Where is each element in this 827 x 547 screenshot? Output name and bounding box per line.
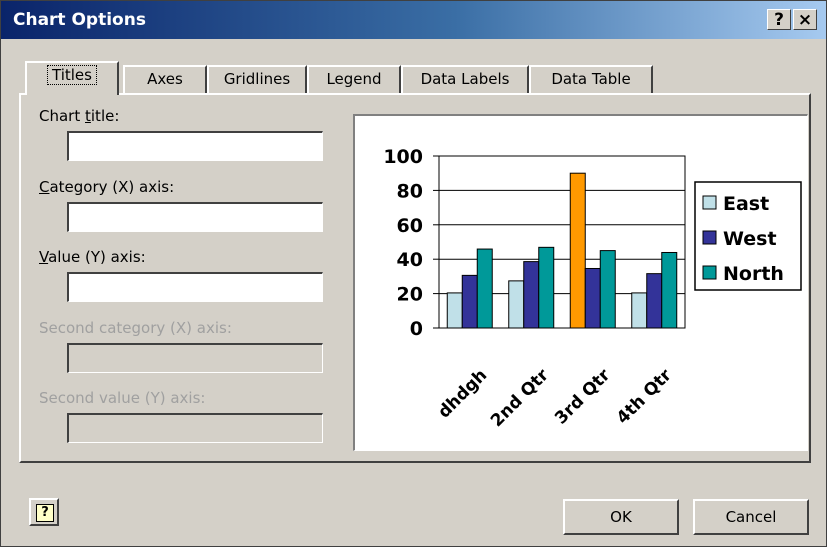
chart-options-dialog: Chart Options ? × Titles Axes Gridlines …	[0, 0, 827, 547]
x-tick-label: 2nd Qtr	[487, 365, 553, 431]
second-value-y-axis-label: Second value (Y) axis:	[39, 389, 206, 407]
close-button[interactable]: ×	[793, 9, 817, 30]
second-value-y-axis-input	[67, 413, 323, 443]
y-tick-label: 100	[383, 146, 423, 168]
y-tick-label: 80	[397, 180, 423, 202]
value-y-axis-label: Value (Y) axis:	[39, 248, 146, 266]
bar-north	[661, 251, 678, 329]
legend-label-east: East	[723, 193, 769, 215]
tab-data-labels[interactable]: Data Labels	[401, 65, 529, 93]
tab-data-table[interactable]: Data Table	[529, 65, 653, 93]
ok-button[interactable]: OK	[563, 499, 679, 535]
value-y-axis-input[interactable]	[67, 272, 323, 302]
tab-axes-label: Axes	[147, 70, 183, 88]
dialog-title: Chart Options	[13, 10, 146, 30]
tab-data-labels-label: Data Labels	[420, 70, 510, 88]
legend-swatch-east	[702, 195, 717, 210]
chart-preview-svg: 0 20 40 60 80 100 dhdgh2nd Qtr3rd Qtr4th Qtr Ea…	[383, 146, 802, 431]
category-x-axis-input[interactable]	[67, 202, 323, 232]
cancel-button[interactable]: Cancel	[693, 499, 809, 535]
tab-legend-label: Legend	[326, 70, 382, 88]
y-tick-label: 0	[410, 318, 423, 340]
tab-axes[interactable]: Axes	[123, 65, 207, 93]
help-button[interactable]: ?	[767, 9, 791, 30]
y-tick-label: 40	[397, 249, 423, 271]
chart-title-label: Chart title:	[39, 107, 120, 125]
chart-title-input[interactable]	[67, 131, 323, 161]
category-x-axis-label: Category (X) axis:	[39, 178, 175, 196]
bar-east	[508, 280, 525, 329]
second-category-x-axis-label: Second category (X) axis:	[39, 319, 232, 337]
second-category-x-axis-input	[67, 343, 323, 373]
tab-gridlines-label: Gridlines	[223, 70, 291, 88]
bar-east	[446, 292, 463, 329]
legend-swatch-north	[702, 265, 717, 280]
office-assistant-help-button[interactable]: ?	[29, 498, 59, 526]
legend-label-west: West	[723, 228, 777, 250]
y-tick-label: 20	[397, 284, 423, 306]
x-tick-label: 4th Qtr	[613, 365, 676, 428]
bar-west	[461, 274, 478, 329]
legend-label-north: North	[723, 263, 784, 285]
x-tick-label: dhdgh	[434, 365, 491, 422]
bar-west	[584, 267, 601, 329]
tab-titles[interactable]: Titles	[25, 61, 119, 95]
help-icon: ?	[36, 504, 54, 522]
bar-east	[569, 172, 586, 329]
chart-preview: 0 20 40 60 80 100 dhdgh 2nd Qtr 3rd Qtr 4th Qtr Ea…	[353, 114, 808, 451]
bar-north	[599, 250, 616, 329]
tab-data-table-label: Data Table	[551, 70, 631, 88]
bar-east	[631, 292, 648, 329]
y-tick-label: 60	[397, 215, 423, 237]
bar-north	[538, 246, 555, 329]
tab-titles-label: Titles	[47, 65, 97, 85]
x-tick-label: 3rd Qtr	[551, 365, 615, 429]
title-bar: Chart Options ? ×	[1, 1, 826, 39]
bar-north	[476, 248, 493, 329]
tab-legend[interactable]: Legend	[307, 65, 401, 93]
legend-swatch-west	[702, 230, 717, 245]
bar-west	[523, 261, 540, 329]
bar-west	[646, 273, 663, 329]
tab-gridlines[interactable]: Gridlines	[207, 65, 307, 93]
